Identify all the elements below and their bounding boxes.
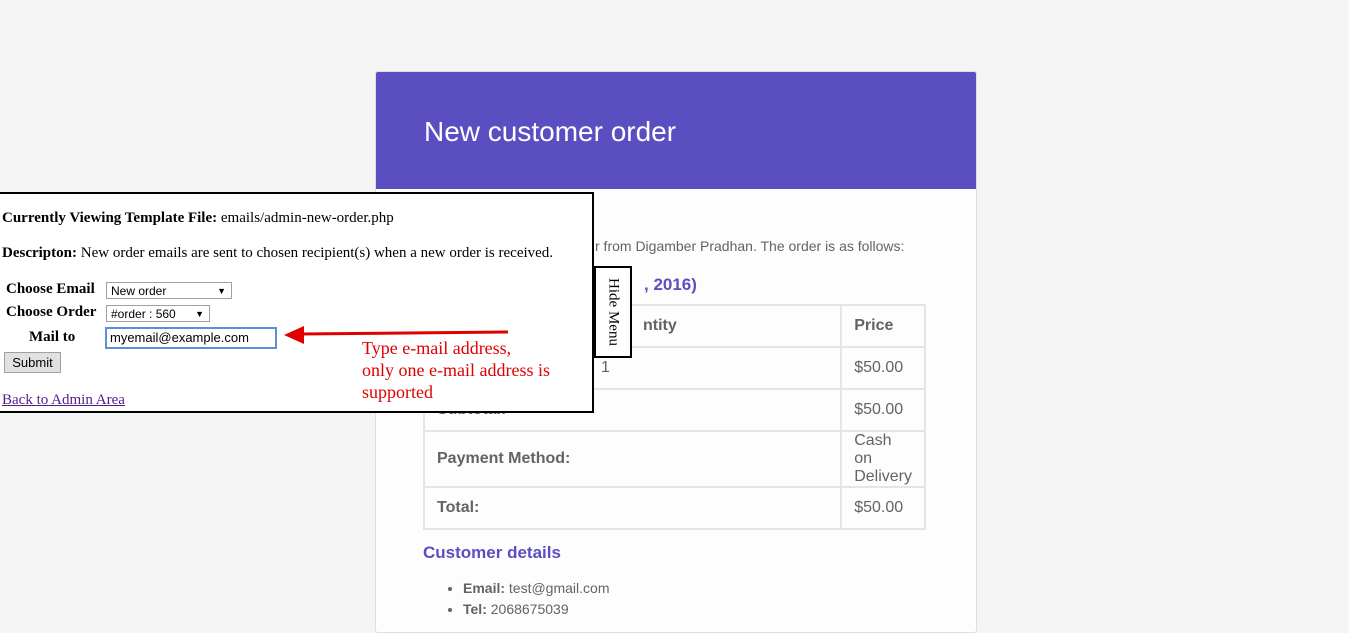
- detail-value: 2068675039: [486, 601, 569, 617]
- detail-value: test@gmail.com: [505, 580, 610, 596]
- subtotal-value: $50.00: [840, 388, 926, 432]
- detail-label: Email:: [463, 580, 506, 596]
- table-header-label: ntity: [643, 317, 677, 334]
- quantity-value: 1: [601, 359, 610, 376]
- mail-to-value: myemail@example.com: [110, 330, 249, 345]
- customer-details-heading: Customer details: [423, 543, 561, 562]
- mail-to-label: Mail to: [29, 329, 76, 345]
- detail-label: Tel:: [463, 601, 487, 617]
- payment-method-value: Cash on Delivery: [840, 430, 926, 488]
- description-value: New order emails are sent to chosen reci…: [77, 245, 554, 261]
- annotation-line: only one e-mail address is: [362, 360, 550, 380]
- annotation-text: Type e-mail address, only one e-mail add…: [362, 337, 602, 403]
- choose-order-label: Choose Order: [6, 304, 97, 320]
- template-file-line: Currently Viewing Template File: emails/…: [2, 210, 394, 227]
- template-file-label: Currently Viewing Template File:: [2, 210, 218, 226]
- chevron-down-icon: ▼: [195, 309, 204, 319]
- order-heading: , 2016): [644, 275, 697, 294]
- table-cell-price: $50.00: [840, 346, 926, 390]
- table-row: Payment Method: Cash on Delivery: [422, 430, 926, 488]
- total-value: $50.00: [840, 486, 926, 530]
- choose-order-select[interactable]: #order : 560 ▼: [106, 305, 210, 322]
- hide-menu-label: Hide Menu: [605, 278, 622, 346]
- choose-order-value: #order : 560: [111, 307, 176, 321]
- email-intro: r from Digamber Pradhan. The order is as…: [595, 238, 905, 254]
- annotation-line: Type e-mail address,: [362, 338, 512, 358]
- template-file-value: emails/admin-new-order.php: [217, 210, 394, 226]
- email-header: New customer order: [376, 72, 976, 189]
- email-header-title: New customer order: [424, 116, 677, 147]
- payment-method-label: Payment Method:: [422, 430, 843, 488]
- table-row: Total: $50.00: [422, 486, 926, 530]
- choose-email-label: Choose Email: [6, 281, 95, 297]
- annotation-line: supported: [362, 382, 433, 402]
- mail-to-input[interactable]: myemail@example.com: [105, 327, 277, 349]
- customer-details-list: Email: test@gmail.com Tel: 2068675039: [423, 578, 609, 620]
- list-item: Email: test@gmail.com: [463, 578, 609, 599]
- submit-button[interactable]: Submit: [4, 352, 61, 373]
- table-header-price: Price: [840, 304, 926, 348]
- choose-email-value: New order: [111, 284, 167, 298]
- list-item: Tel: 2068675039: [463, 599, 609, 620]
- chevron-down-icon: ▼: [217, 286, 226, 296]
- back-to-admin-link[interactable]: Back to Admin Area: [2, 392, 125, 409]
- description-line: Descripton: New order emails are sent to…: [2, 245, 553, 262]
- description-label: Descripton:: [2, 245, 77, 261]
- choose-email-select[interactable]: New order ▼: [106, 282, 232, 299]
- total-label: Total:: [422, 486, 843, 530]
